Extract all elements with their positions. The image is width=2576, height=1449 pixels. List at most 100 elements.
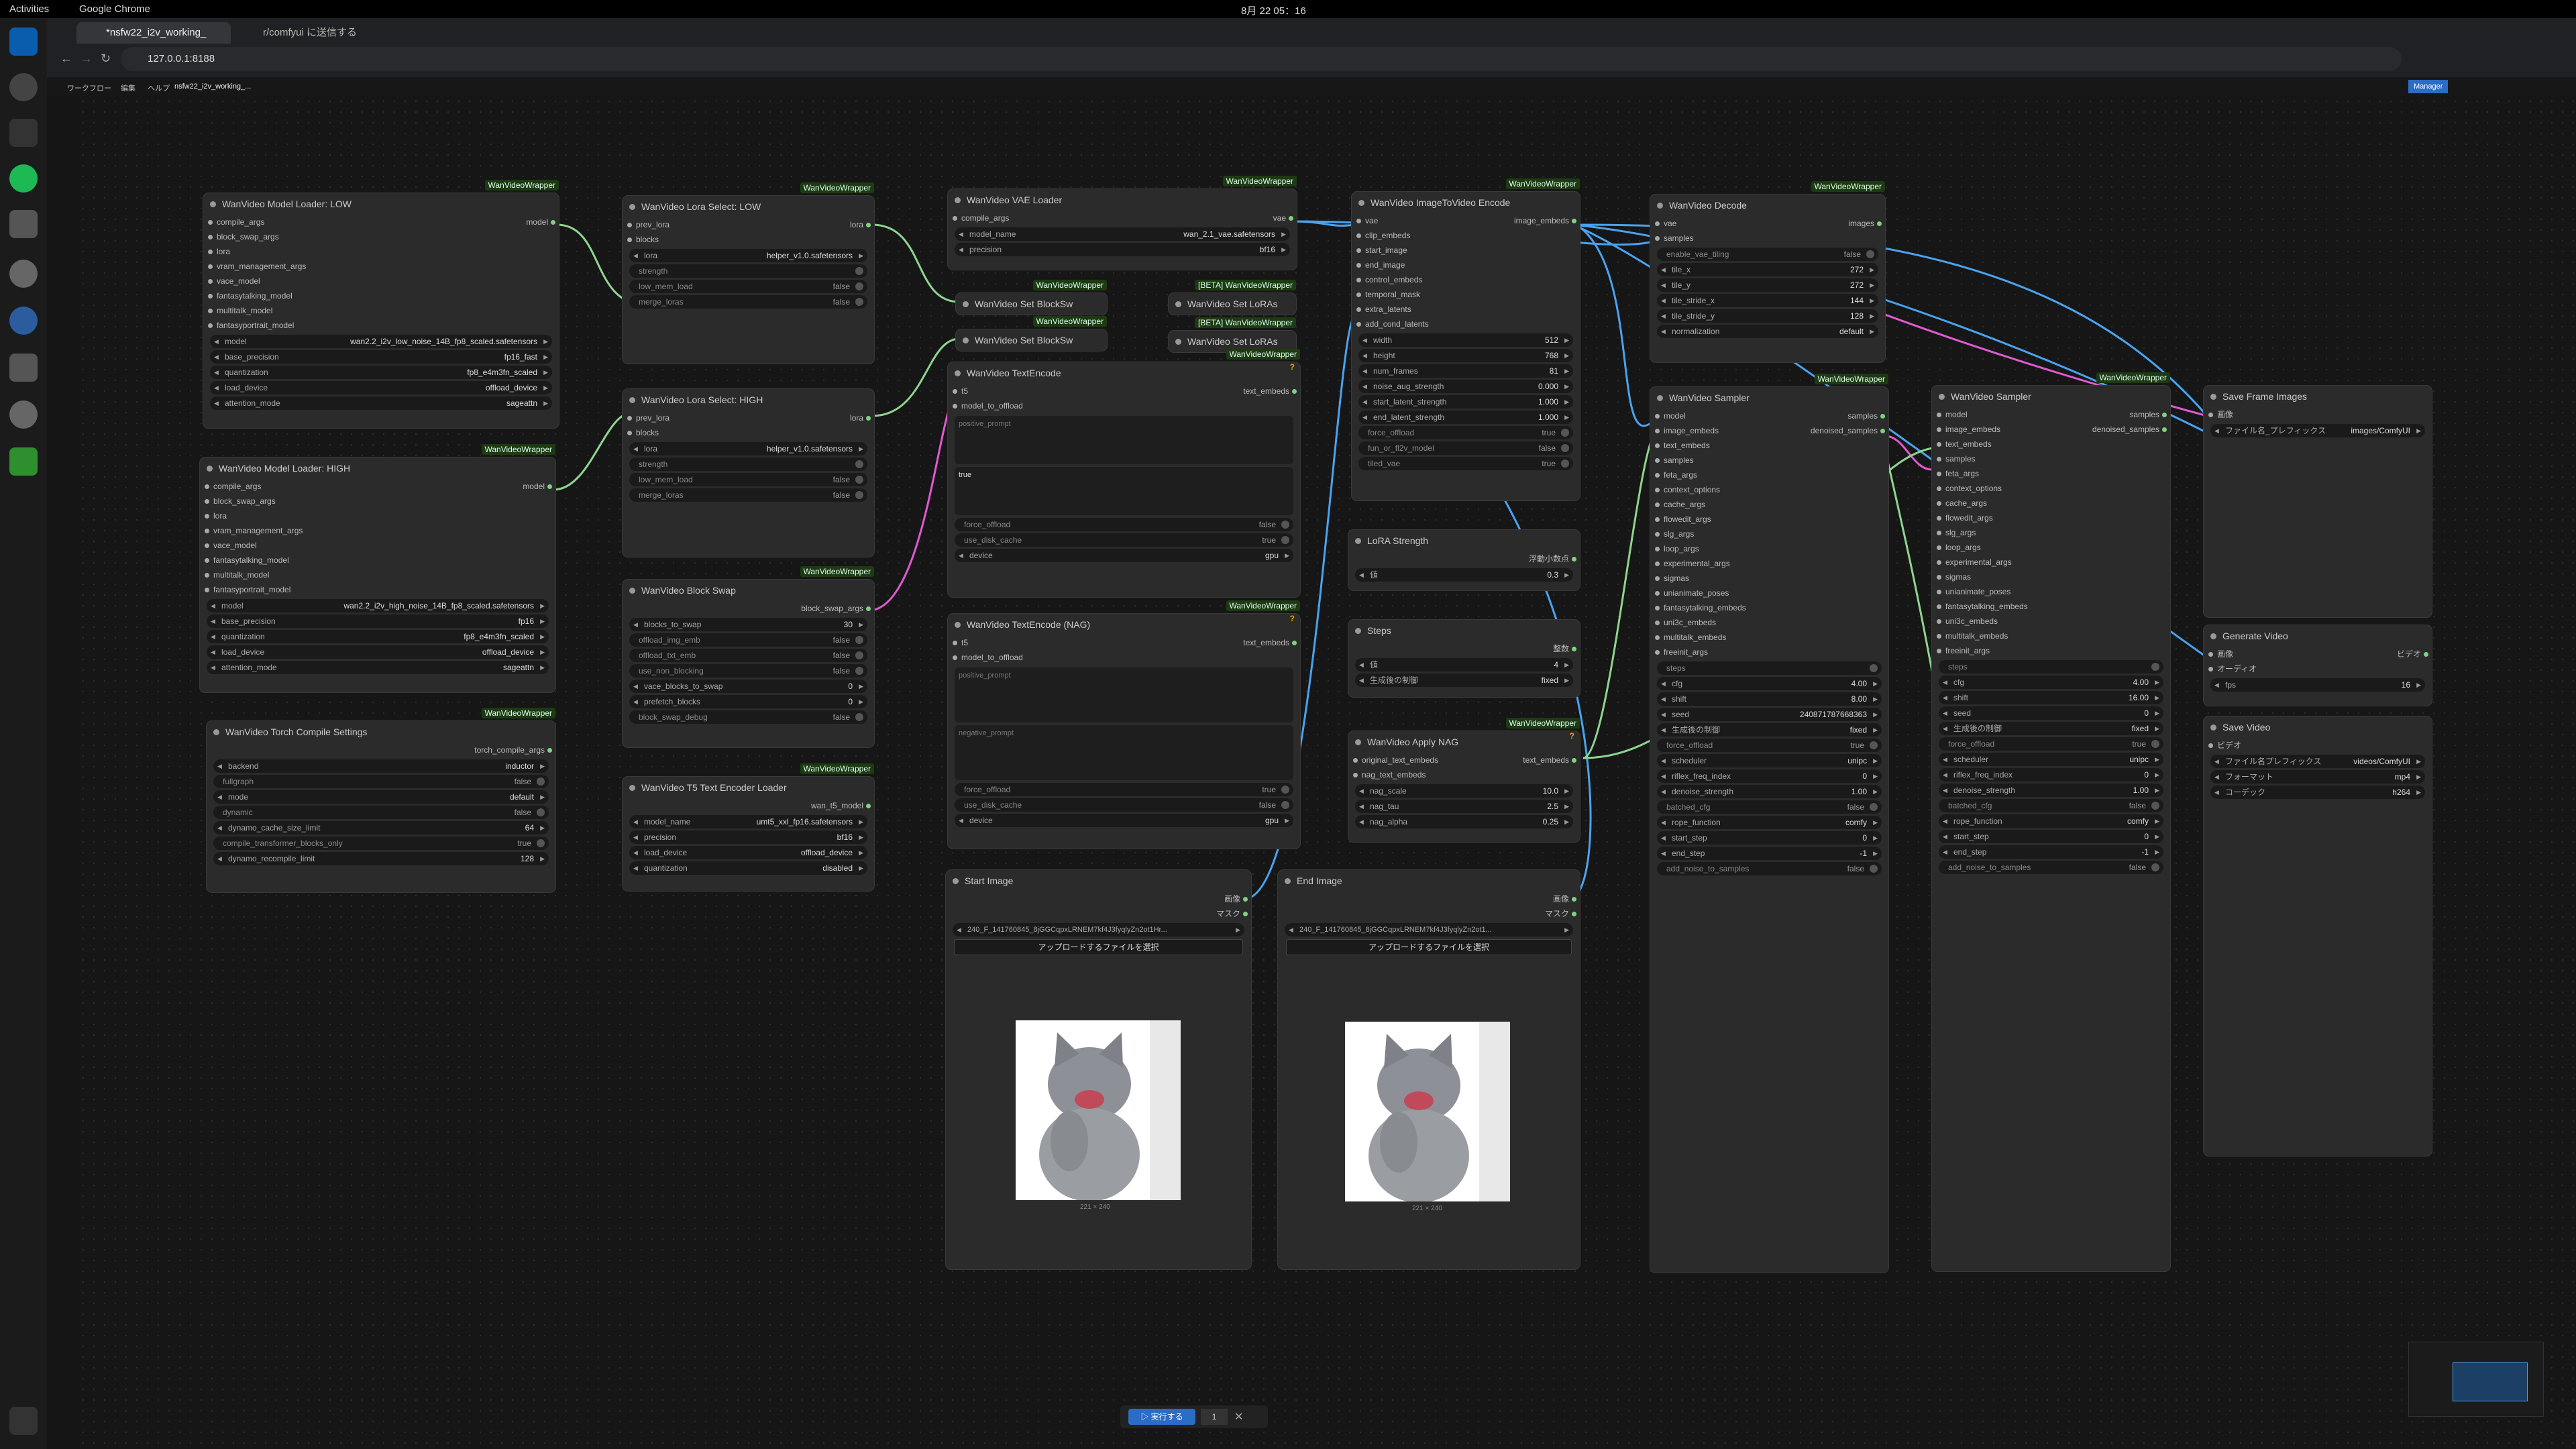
combo-widget[interactable]: modedefault xyxy=(213,790,549,804)
input-slot[interactable]: multitalk_embeds xyxy=(1650,630,1888,645)
input-slot[interactable]: fantasytalking_embeds xyxy=(1932,599,2170,614)
output-slot[interactable]: text_embeds xyxy=(1243,635,1297,650)
input-slot[interactable]: fantasytalking_model xyxy=(203,288,559,303)
input-slot[interactable]: blocks xyxy=(623,425,874,440)
input-slot[interactable]: samples xyxy=(1932,451,2170,466)
toggle-widget[interactable]: fullgraph false xyxy=(213,775,549,788)
toggle-widget[interactable]: low_mem_load false xyxy=(629,473,867,486)
toggle-widget[interactable]: dynamic false xyxy=(213,806,549,819)
number-widget[interactable]: tile_y272 xyxy=(1657,278,1878,292)
input-slot[interactable]: feta_args xyxy=(1932,466,2170,481)
node-apply-nag[interactable]: WanVideoWrapper ? WanVideo Apply NAG ori… xyxy=(1348,718,1580,842)
node-sampler-1[interactable]: WanVideoWrapper WanVideo Sampler model sa… xyxy=(1650,374,1888,1273)
input-slot[interactable]: block_swap_args xyxy=(200,494,555,508)
node-generate-video[interactable]: Generate Video 画像ビデオ オーディオ fps16 xyxy=(2204,625,2432,706)
node-title[interactable]: Generate Video xyxy=(2204,625,2432,647)
input-slot[interactable]: vram_management_args xyxy=(203,259,559,274)
number-widget[interactable]: dynamo_recompile_limit128 xyxy=(213,852,549,865)
combo-widget[interactable]: modelwan2.2_i2v_low_noise_14B_fp8_scaled… xyxy=(210,335,552,348)
number-widget[interactable]: end_step-1 xyxy=(1939,845,2163,859)
input-slot[interactable]: sigmas xyxy=(1932,570,2170,584)
input-slot[interactable]: cache_args xyxy=(1650,497,1888,512)
input-slot[interactable]: cache_args xyxy=(1932,496,2170,511)
number-widget[interactable]: denoise_strength1.00 xyxy=(1657,785,1882,798)
number-widget[interactable]: cfg4.00 xyxy=(1939,676,2163,689)
input-slot[interactable]: compile_args vae xyxy=(948,211,1297,225)
input-slot[interactable]: start_image xyxy=(1352,243,1580,258)
input-slot[interactable]: feta_args xyxy=(1650,468,1888,482)
number-widget[interactable]: riflex_freq_index0 xyxy=(1657,769,1882,783)
node-text-encode[interactable]: WanVideoWrapper ? WanVideo TextEncode t5… xyxy=(948,349,1300,597)
number-widget[interactable]: tile_x272 xyxy=(1657,263,1878,276)
input-slot[interactable]: uni3c_embeds xyxy=(1932,614,2170,629)
node-set-blockswap[interactable]: WanVideoWrapper WanVideo Set BlockSw xyxy=(956,280,1107,315)
input-slot[interactable]: flowedit_args xyxy=(1932,511,2170,525)
number-widget[interactable]: 値4 xyxy=(1355,658,1573,672)
input-slot[interactable]: 画像 ビデオ xyxy=(2204,647,2432,661)
input-slot[interactable]: multitalk_embeds xyxy=(1932,629,2170,643)
node-model-loader-low[interactable]: WanVideoWrapper WanVideo Model Loader: L… xyxy=(203,180,559,428)
number-widget[interactable]: start_latent_strength1.000 xyxy=(1358,395,1573,409)
input-slot[interactable]: text_embeds xyxy=(1932,437,2170,451)
number-widget[interactable]: blocks_to_swap30 xyxy=(629,618,867,631)
input-slot[interactable]: loop_args xyxy=(1650,541,1888,556)
node-title[interactable]: LoRA Strength xyxy=(1348,530,1580,551)
combo-widget[interactable]: 生成後の制御fixed xyxy=(1657,723,1882,737)
input-slot[interactable]: block_swap_args xyxy=(203,229,559,244)
toggle-widget[interactable]: low_mem_load false xyxy=(629,280,867,293)
combo-widget[interactable]: quantizationfp8_e4m3fn_scaled xyxy=(207,630,549,643)
output-slot[interactable]: block_swap_args xyxy=(801,601,871,616)
combo-widget[interactable]: precisionbf16 xyxy=(629,830,867,844)
input-slot[interactable]: temporal_mask xyxy=(1352,287,1580,302)
node-title[interactable]: WanVideo Set BlockSw xyxy=(956,329,1107,351)
input-slot[interactable]: unianimate_poses xyxy=(1932,584,2170,599)
input-slot[interactable]: vram_management_args xyxy=(200,523,555,538)
upload-button[interactable]: アップロードするファイルを選択 xyxy=(954,939,1243,955)
input-slot[interactable]: extra_latents xyxy=(1352,302,1580,317)
toggle-widget[interactable]: compile_transformer_blocks_only true xyxy=(213,837,549,850)
toggle-widget[interactable]: use_disk_cache false xyxy=(955,798,1293,812)
toggle-widget[interactable]: add_noise_to_samples false xyxy=(1939,861,2163,874)
input-slot[interactable]: flowedit_args xyxy=(1650,512,1888,527)
node-start-image[interactable]: Start Image 画像 マスク 240_F_141760845_8jGGC… xyxy=(946,870,1251,1269)
combo-widget[interactable]: schedulerunipc xyxy=(1657,754,1882,767)
number-widget[interactable]: start_step0 xyxy=(1657,831,1882,845)
output-slot[interactable]: denoised_samples xyxy=(1811,423,1886,438)
input-slot[interactable]: slg_args xyxy=(1932,525,2170,540)
minimap-viewport[interactable] xyxy=(2453,1362,2528,1401)
number-widget[interactable]: prefetch_blocks0 xyxy=(629,695,867,708)
combo-widget[interactable]: 生成後の制御fixed xyxy=(1939,722,2163,735)
input-slot[interactable]: vae image_embeds xyxy=(1352,213,1580,228)
node-title[interactable]: WanVideo T5 Text Encoder Loader xyxy=(623,777,874,798)
input-slot[interactable]: 画像 xyxy=(2204,407,2432,422)
toggle-widget[interactable]: batched_cfg false xyxy=(1657,800,1882,814)
node-text-encode-nag[interactable]: WanVideoWrapper ? WanVideo TextEncode (N… xyxy=(948,600,1300,849)
minimap[interactable] xyxy=(2408,1342,2544,1417)
batch-count-input[interactable]: 1 xyxy=(1201,1409,1228,1425)
input-slot[interactable]: add_cond_latents xyxy=(1352,317,1580,331)
toggle-widget[interactable]: fun_or_fl2v_model false xyxy=(1358,441,1573,455)
input-slot[interactable]: end_image xyxy=(1352,258,1580,272)
input-slot[interactable]: control_embeds xyxy=(1352,272,1580,287)
number-widget[interactable]: denoise_strength1.00 xyxy=(1939,784,2163,797)
node-title[interactable]: WanVideo TextEncode (NAG) xyxy=(948,614,1300,635)
toggle-widget[interactable]: offload_img_emb false xyxy=(629,633,867,647)
number-widget[interactable]: seed0 xyxy=(1939,706,2163,720)
input-slot[interactable]: clip_embeds xyxy=(1352,228,1580,243)
toggle-widget[interactable]: offload_txt_emb false xyxy=(629,649,867,662)
input-slot[interactable]: unianimate_poses xyxy=(1650,586,1888,600)
input-slot[interactable]: loop_args xyxy=(1932,540,2170,555)
output-slot[interactable]: model xyxy=(526,215,555,229)
combo-widget[interactable]: attention_modesageattn xyxy=(210,396,552,410)
toggle-widget[interactable]: merge_loras false xyxy=(629,295,867,309)
combo-widget[interactable]: rope_functioncomfy xyxy=(1939,814,2163,828)
combo-widget[interactable]: load_deviceoffload_device xyxy=(210,381,552,394)
output-slot[interactable]: lora xyxy=(850,411,871,425)
node-title[interactable]: WanVideo Lora Select: LOW xyxy=(623,196,874,217)
number-widget[interactable]: seed240871787668363 xyxy=(1657,708,1882,721)
input-slot[interactable]: freeinit_args xyxy=(1932,643,2170,658)
input-slot[interactable]: vace_model xyxy=(203,274,559,288)
node-title[interactable]: WanVideo TextEncode xyxy=(948,362,1300,384)
toggle-widget[interactable]: use_disk_cache true xyxy=(955,533,1293,547)
output-slot[interactable]: model xyxy=(523,479,552,494)
